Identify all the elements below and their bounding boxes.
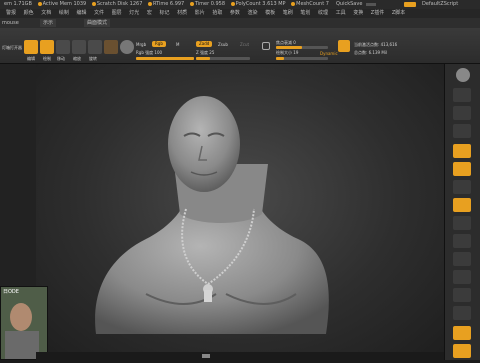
active-points-icon (338, 40, 350, 52)
aahalf-icon[interactable] (453, 162, 471, 176)
material-icon[interactable] (104, 40, 118, 54)
menu-item[interactable]: 工具 (336, 10, 346, 16)
scale-label: 缩放 (73, 56, 81, 61)
menu-item[interactable]: 图层 (112, 10, 122, 16)
menu-item[interactable]: 参数 (230, 10, 240, 16)
active-points-readout: 当前激活点数: 413,616 (354, 42, 398, 47)
rotate-button[interactable] (88, 40, 102, 54)
persp-icon[interactable] (453, 180, 471, 194)
menu-item[interactable]: 变换 (353, 10, 363, 16)
polyframe-icon[interactable] (453, 326, 471, 340)
title-segment: Active Mem 1039 (37, 0, 86, 9)
lightbox-button[interactable]: 灯箱打开器 (2, 45, 22, 51)
rotate-label: 旋转 (89, 56, 97, 61)
menu-item[interactable]: 渲染 (248, 10, 258, 16)
handle-icon[interactable] (202, 354, 210, 358)
total-points-readout: 总点数: 6.139 Mil (354, 50, 388, 55)
menu-item[interactable]: 颜色 (24, 10, 34, 16)
z-intensity-track[interactable] (196, 57, 250, 60)
menu-item[interactable]: 标记 (159, 10, 169, 16)
rgb-intensity-track[interactable] (136, 57, 194, 60)
menu-item[interactable]: 模板 (265, 10, 275, 16)
top-shelf: 灯箱打开器 编辑 绘制 移动 缩放 旋转 Mrgb Rgb M Rgb 强度 1… (0, 28, 480, 64)
sphere-icon[interactable] (120, 40, 134, 54)
rgb-toggle[interactable]: Rgb (152, 41, 166, 47)
zsub-toggle[interactable]: Zsub (218, 42, 228, 47)
webcam-thumbnail: 日ODE (0, 286, 48, 360)
bottom-bar (36, 352, 444, 360)
menu-item[interactable]: 绘制 (59, 10, 69, 16)
menu-item[interactable]: 纹理 (318, 10, 328, 16)
menu-item[interactable]: 警报 (6, 10, 16, 16)
link-icon[interactable] (262, 42, 270, 50)
edit-label: 编辑 (27, 56, 35, 61)
menu-item[interactable]: 文件 (94, 10, 104, 16)
material-sphere-icon[interactable] (456, 68, 470, 82)
title-segment: RTime 6.997 (147, 0, 184, 9)
transparency-slider[interactable] (366, 3, 376, 6)
title-segment: Scratch Disk 1267 (91, 0, 142, 9)
floor-icon[interactable] (453, 198, 471, 212)
xyz-icon[interactable] (453, 234, 471, 248)
title-bar: em 1.71GB Active Mem 1039 Scratch Disk 1… (0, 0, 480, 9)
title-segment: PolyCount 3.613 MP (230, 0, 286, 9)
menu-item[interactable]: 拾取 (212, 10, 222, 16)
move-label: 移动 (57, 56, 65, 61)
m-toggle[interactable]: M (176, 42, 179, 47)
menu-item[interactable]: 灯光 (129, 10, 139, 16)
menu-item[interactable]: 宏 (147, 10, 152, 16)
menu-item[interactable]: 文档 (41, 10, 51, 16)
thumbnail-caption: 日ODE (3, 289, 19, 295)
rotate-view-icon[interactable] (453, 306, 471, 320)
menu-item[interactable]: Z插件 (371, 10, 384, 16)
zadd-toggle[interactable]: Zadd (196, 41, 213, 47)
dynamic-toggle[interactable]: Dynamic (320, 51, 338, 56)
menu-item[interactable]: 笔刷 (283, 10, 293, 16)
menu-item[interactable]: 影片 (195, 10, 205, 16)
title-segment: Timer 0.958 (189, 0, 225, 9)
scale-button[interactable] (72, 40, 86, 54)
z-intensity-slider[interactable]: Z 强度 25 (196, 50, 214, 56)
script-selector[interactable]: DefaultZScript (422, 0, 458, 9)
menu-item[interactable]: 材质 (177, 10, 187, 16)
zcut-toggle[interactable]: Zcut (240, 42, 249, 47)
mouse-label: mouse (2, 20, 19, 26)
draw-button[interactable] (40, 40, 54, 54)
scale-view-icon[interactable] (453, 288, 471, 302)
bpr-icon[interactable] (453, 88, 471, 102)
canvas-viewport[interactable] (36, 64, 444, 358)
draw-size-slider[interactable]: 绘制大小 19 (276, 50, 298, 56)
draw-label: 绘制 (43, 56, 51, 61)
menu-item[interactable]: Z脚本 (392, 10, 405, 16)
edit-button[interactable] (24, 40, 38, 54)
focal-shift-track[interactable] (276, 46, 328, 49)
tab-surface-mode[interactable]: 曲面模式 (84, 19, 111, 27)
menu-item[interactable]: 编辑 (76, 10, 86, 16)
move-button[interactable] (56, 40, 70, 54)
mrgb-toggle[interactable]: Mrgb (136, 42, 146, 47)
quicksave-button[interactable]: QuickSave (336, 0, 362, 9)
tab-display[interactable]: 示示 (40, 19, 57, 27)
zoom-icon[interactable] (453, 124, 471, 138)
menu-item[interactable]: 笔划 (300, 10, 310, 16)
person-image (1, 287, 47, 359)
menu-bar: 警报 颜色 文档 绘制 编辑 文件 图层 灯光 宏 标记 材质 影片 拾取 参数… (0, 9, 480, 18)
rgb-intensity-slider[interactable]: Rgb 强度 100 (136, 50, 162, 56)
menu-toggle[interactable] (404, 2, 416, 7)
scroll-icon[interactable] (453, 106, 471, 120)
title-segment: em 1.71GB (4, 1, 32, 7)
sub-bar: mouse 示示 曲面模式 (0, 18, 480, 28)
move-view-icon[interactable] (453, 270, 471, 284)
draw-size-track[interactable] (276, 57, 328, 60)
transp-icon[interactable] (453, 344, 471, 358)
local-icon[interactable] (453, 216, 471, 230)
frame-icon[interactable] (453, 252, 471, 266)
title-segment: MeshCount 7 (291, 0, 329, 9)
sculpt-bust (95, 96, 329, 334)
actual-icon[interactable] (453, 144, 471, 158)
right-toolbar (444, 64, 480, 360)
